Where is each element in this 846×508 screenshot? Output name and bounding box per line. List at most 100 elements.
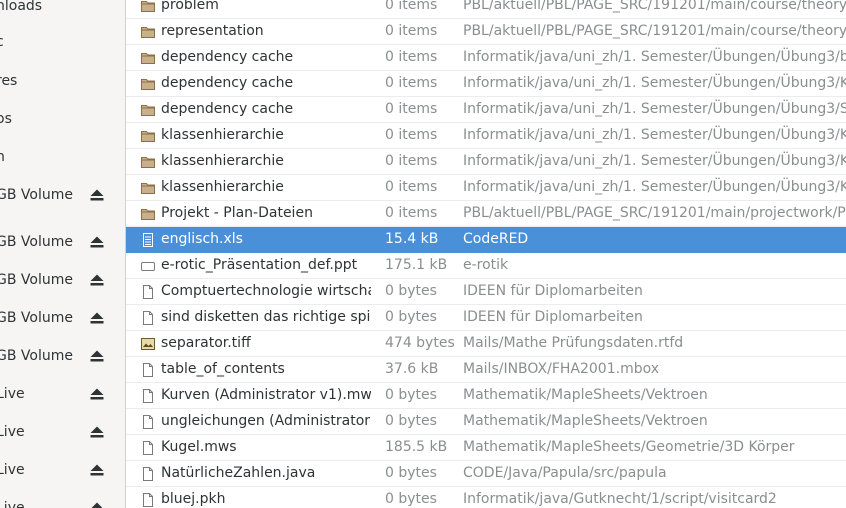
file-size: 0 items — [385, 101, 438, 117]
sidebar-item-label: GB Volume — [0, 272, 73, 288]
sidebar-item-label: GB Volume — [0, 187, 73, 203]
sidebar-item[interactable]: Live — [0, 419, 125, 445]
file-size: 0 items — [385, 75, 438, 91]
eject-icon[interactable] — [90, 426, 104, 438]
file-name: problem — [161, 0, 219, 13]
folder-icon — [141, 207, 155, 220]
eject-icon[interactable] — [90, 274, 104, 286]
file-size: 0 bytes — [385, 413, 437, 429]
file-name: ungleichungen (Administrator v... — [161, 413, 371, 429]
file-location: Mails/INBOX/FHA2001.mbox — [463, 361, 660, 377]
file-location: IDEEN für Diplomarbeiten — [463, 283, 643, 299]
file-row[interactable]: klassenhierarchie 0 items Informatik/java/… — [126, 175, 846, 201]
file-row[interactable]: NatürlicheZahlen.java 0 bytes CODE/Java/Pa… — [126, 461, 846, 487]
file-name: klassenhierarchie — [161, 179, 284, 195]
sidebar-item[interactable]: GB Volume — [0, 343, 125, 369]
sidebar-item[interactable]: nloads — [0, 0, 125, 19]
file-size: 0 bytes — [385, 491, 437, 507]
file-name: dependency cache — [161, 101, 294, 117]
file-name: NatürlicheZahlen.java — [161, 465, 316, 481]
file-size: 0 items — [385, 0, 438, 13]
file-row[interactable]: representation 0 items PBL/aktuell/PBL/PAG… — [126, 19, 846, 45]
sidebar-item[interactable]: GB Volume — [0, 305, 125, 331]
sidebar-item[interactable]: GB Volume — [0, 267, 125, 293]
file-name: Kugel.mws — [161, 439, 237, 455]
sidebar-item[interactable]: Live — [0, 457, 125, 483]
sidebar-item[interactable]: res — [0, 68, 125, 94]
eject-icon[interactable] — [90, 502, 104, 508]
file-row[interactable]: dependency cache 0 items Informatik/java/u… — [126, 97, 846, 123]
sidebar-item[interactable]: Live — [0, 495, 125, 508]
document-icon — [141, 415, 155, 429]
file-location: Mathematik/MapleSheets/Geometrie/3D Körp… — [463, 439, 795, 455]
document-icon — [141, 389, 155, 403]
image-icon — [141, 337, 155, 350]
file-size: 0 bytes — [385, 309, 437, 325]
eject-icon[interactable] — [90, 236, 104, 248]
folder-icon — [141, 77, 155, 90]
eject-icon[interactable] — [90, 350, 104, 362]
folder-icon — [141, 155, 155, 168]
file-location: Mathematik/MapleSheets/Vektroen — [463, 387, 708, 403]
sidebar-item-label: Live — [0, 500, 25, 508]
sidebar-item[interactable]: os — [0, 106, 125, 132]
sidebar-item-label: GB Volume — [0, 348, 73, 364]
file-row[interactable]: table_of_contents 37.6 kB Mails/INBOX/FHA2… — [126, 357, 846, 383]
file-size: 0 items — [385, 127, 438, 143]
sidebar: nloads c res os n GB Volume GB Volume GB Volume… — [0, 0, 126, 508]
file-row[interactable]: dependency cache 0 items Informatik/java/u… — [126, 45, 846, 71]
presentation-icon — [141, 259, 155, 272]
eject-icon[interactable] — [90, 388, 104, 400]
file-name: klassenhierarchie — [161, 127, 284, 143]
file-row[interactable]: Projekt - Plan-Dateien 0 items PBL/aktuell… — [126, 201, 846, 227]
file-name: dependency cache — [161, 75, 294, 91]
file-name: dependency cache — [161, 49, 294, 65]
document-icon — [141, 493, 155, 507]
folder-icon — [141, 129, 155, 142]
file-size: 185.5 kB — [385, 439, 448, 455]
sidebar-item[interactable]: n — [0, 144, 125, 170]
folder-icon — [141, 51, 155, 64]
file-location: PBL/aktuell/PBL/PAGE_SRC/191201/main/cou… — [463, 23, 846, 39]
file-row[interactable]: sind disketten das richtige spie... 0 byt… — [126, 305, 846, 331]
file-size: 0 bytes — [385, 465, 437, 481]
file-name: Comptuertechnologie wirtscha... — [161, 283, 371, 299]
file-row[interactable]: Kugel.mws 185.5 kB Mathematik/MapleSheets/… — [126, 435, 846, 461]
file-name: table_of_contents — [161, 361, 285, 377]
file-size: 0 items — [385, 49, 438, 65]
file-row[interactable]: klassenhierarchie 0 items Informatik/java/… — [126, 123, 846, 149]
file-row[interactable]: Comptuertechnologie wirtscha... 0 bytes ID… — [126, 279, 846, 305]
file-size: 0 items — [385, 205, 438, 221]
eject-icon[interactable] — [90, 312, 104, 324]
file-location: Mathematik/MapleSheets/Vektroen — [463, 413, 708, 429]
file-location: Informatik/java/Gutknecht/1/script/visit… — [463, 491, 777, 507]
file-location: CodeRED — [463, 231, 529, 247]
sidebar-item-label: Live — [0, 386, 25, 402]
file-row[interactable]: separator.tiff 474 bytes Mails/Mathe Prüfu… — [126, 331, 846, 357]
file-row[interactable]: problem 0 items PBL/aktuell/PBL/PAGE_SRC/1… — [126, 0, 846, 19]
eject-icon[interactable] — [90, 189, 104, 201]
file-row[interactable]: klassenhierarchie 0 items Informatik/java/… — [126, 149, 846, 175]
sidebar-item-label: GB Volume — [0, 310, 73, 326]
file-row[interactable]: ungleichungen (Administrator v... 0 bytes… — [126, 409, 846, 435]
sidebar-item[interactable]: GB Volume — [0, 182, 125, 208]
file-size: 15.4 kB — [385, 231, 439, 247]
file-row[interactable]: bluej.pkh 0 bytes Informatik/java/Gutknech… — [126, 487, 846, 508]
sidebar-item-label: GB Volume — [0, 234, 73, 250]
file-row[interactable]: dependency cache 0 items Informatik/java/u… — [126, 71, 846, 97]
sidebar-item-label: Live — [0, 424, 25, 440]
file-name: klassenhierarchie — [161, 153, 284, 169]
file-row[interactable]: e-rotic_Präsentation_def.ppt 175.1 kB e-ro… — [126, 253, 846, 279]
file-size: 0 items — [385, 23, 438, 39]
file-name: representation — [161, 23, 264, 39]
file-name: separator.tiff — [161, 335, 251, 351]
file-row-selected[interactable]: englisch.xls 15.4 kB CodeRED — [126, 227, 846, 253]
sidebar-item-label: res — [0, 73, 18, 89]
sidebar-item[interactable]: Live — [0, 381, 125, 407]
sidebar-item[interactable]: GB Volume — [0, 229, 125, 255]
sidebar-item[interactable]: c — [0, 29, 125, 55]
file-row[interactable]: Kurven (Administrator v1).mws 0 bytes Math… — [126, 383, 846, 409]
file-size: 0 bytes — [385, 283, 437, 299]
file-name: sind disketten das richtige spie... — [161, 309, 371, 325]
eject-icon[interactable] — [90, 464, 104, 476]
